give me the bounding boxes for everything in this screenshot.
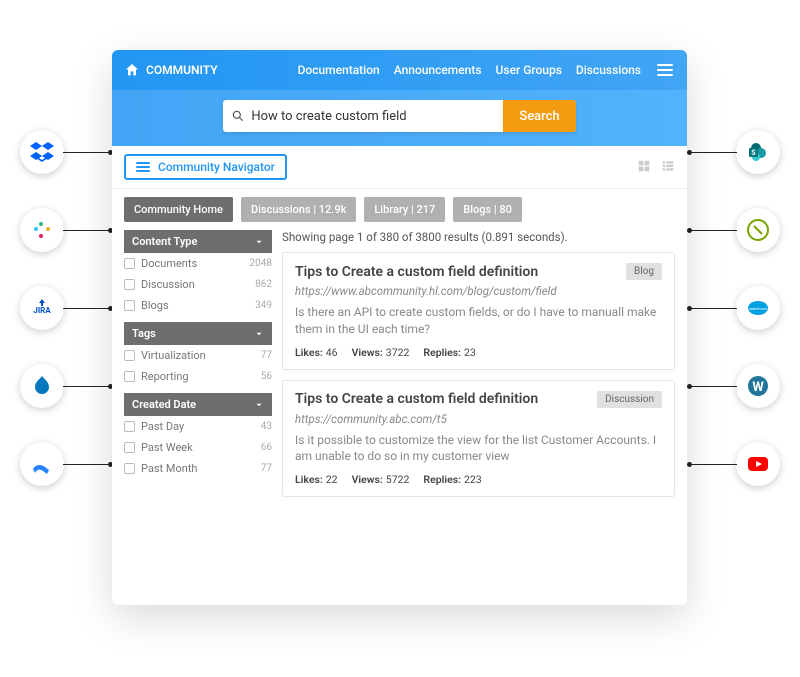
checkbox-icon <box>124 300 135 311</box>
filter-past-week[interactable]: Past Week66 <box>124 437 272 458</box>
result-card[interactable]: Tips to Create a custom field definition… <box>282 252 675 370</box>
integration-confluence[interactable] <box>20 442 64 486</box>
checkbox-icon <box>124 371 135 382</box>
toolbar: Community Navigator <box>112 146 687 189</box>
result-url: https://community.abc.com/t5 <box>295 412 662 426</box>
connector-dot <box>687 384 692 389</box>
connector <box>689 308 737 309</box>
connector-dot <box>687 228 692 233</box>
filter-blogs[interactable]: Blogs349 <box>124 295 272 316</box>
integration-sharepoint[interactable]: S <box>736 130 780 174</box>
search-input[interactable] <box>251 100 495 132</box>
result-stats: Likes:22 Views:5722 Replies:223 <box>295 473 662 486</box>
top-bar: COMMUNITY Documentation Announcements Us… <box>112 50 687 90</box>
top-nav: Documentation Announcements User Groups … <box>298 62 675 78</box>
connector <box>689 230 737 231</box>
hamburger-icon[interactable] <box>655 62 675 78</box>
filter-header-tags[interactable]: Tags <box>124 322 272 345</box>
connector <box>63 230 111 231</box>
filter-past-day[interactable]: Past Day43 <box>124 416 272 437</box>
tab-community-home[interactable]: Community Home <box>124 197 233 222</box>
integration-wordpress[interactable]: W <box>736 364 780 408</box>
connector <box>689 152 737 153</box>
chevron-down-icon <box>254 329 264 339</box>
home-icon <box>124 62 140 78</box>
result-stats: Likes:46 Views:3722 Replies:23 <box>295 346 662 359</box>
result-badge: Blog <box>626 263 662 280</box>
checkbox-icon <box>124 350 135 361</box>
nav-announcements[interactable]: Announcements <box>394 63 482 77</box>
filter-reporting[interactable]: Reporting56 <box>124 366 272 387</box>
nav-documentation[interactable]: Documentation <box>298 63 380 77</box>
integration-youtube[interactable] <box>736 442 780 486</box>
connector <box>63 464 111 465</box>
community-app: COMMUNITY Documentation Announcements Us… <box>112 50 687 605</box>
connector-dot <box>687 150 692 155</box>
filter-documents[interactable]: Documents2048 <box>124 253 272 274</box>
filter-header-content-type[interactable]: Content Type <box>124 230 272 253</box>
checkbox-icon <box>124 463 135 474</box>
navigator-label: Community Navigator <box>158 160 275 174</box>
tab-discussions[interactable]: Discussions | 12.9k <box>241 197 356 222</box>
result-badge: Discussion <box>597 391 662 408</box>
svg-text:W: W <box>752 380 764 395</box>
nav-user-groups[interactable]: User Groups <box>496 63 562 77</box>
results-meta: Showing page 1 of 380 of 3800 results (0… <box>282 230 675 244</box>
brand[interactable]: COMMUNITY <box>124 62 218 78</box>
chevron-down-icon <box>254 237 264 247</box>
nav-discussions[interactable]: Discussions <box>576 63 641 77</box>
result-title: Tips to Create a custom field definition <box>295 264 538 280</box>
filter-header-created-date[interactable]: Created Date <box>124 393 272 416</box>
result-url: https://www.abcommunity.hl.com/blog/cust… <box>295 284 662 298</box>
filter-past-month[interactable]: Past Month77 <box>124 458 272 479</box>
integration-slack[interactable] <box>20 208 64 252</box>
integration-salesforce[interactable]: salesforce <box>736 286 780 330</box>
integration-dropbox[interactable] <box>20 130 64 174</box>
connector <box>63 386 111 387</box>
search-icon <box>231 109 245 123</box>
checkbox-icon <box>124 279 135 290</box>
results-panel: Showing page 1 of 380 of 3800 results (0… <box>282 230 675 507</box>
result-title: Tips to Create a custom field definition <box>295 391 538 407</box>
svg-text:S: S <box>751 149 756 157</box>
connector <box>689 386 737 387</box>
list-icon <box>136 162 150 172</box>
search-button[interactable]: Search <box>503 100 575 132</box>
svg-text:JIRA: JIRA <box>33 306 51 315</box>
search-bar: Search <box>112 90 687 146</box>
result-card[interactable]: Tips to Create a custom field definition… <box>282 380 675 498</box>
checkbox-icon <box>124 258 135 269</box>
filter-virtualization[interactable]: Virtualization77 <box>124 345 272 366</box>
community-navigator-button[interactable]: Community Navigator <box>124 154 287 180</box>
integration-jira[interactable]: JIRA <box>20 286 64 330</box>
filter-discussion[interactable]: Discussion862 <box>124 274 272 295</box>
checkbox-icon <box>124 442 135 453</box>
checkbox-icon <box>124 421 135 432</box>
svg-text:salesforce: salesforce <box>749 306 768 311</box>
grid-view-icon[interactable] <box>637 158 651 177</box>
filters-sidebar: Content Type Documents2048 Discussion862… <box>124 230 272 507</box>
connector <box>63 308 111 309</box>
chevron-down-icon <box>254 400 264 410</box>
integration-drupal[interactable] <box>20 364 64 408</box>
result-excerpt: Is it possible to customize the view for… <box>295 432 662 466</box>
result-excerpt: Is there an API to create custom fields,… <box>295 304 662 338</box>
connector <box>689 464 737 465</box>
tab-blogs[interactable]: Blogs | 80 <box>453 197 522 222</box>
content-tabs: Community Home Discussions | 12.9k Libra… <box>112 189 687 230</box>
integration-zendesk[interactable] <box>736 208 780 252</box>
connector-dot <box>687 306 692 311</box>
tab-library[interactable]: Library | 217 <box>364 197 445 222</box>
connector <box>63 152 111 153</box>
connector-dot <box>687 462 692 467</box>
list-view-icon[interactable] <box>661 158 675 177</box>
brand-label: COMMUNITY <box>146 63 218 77</box>
